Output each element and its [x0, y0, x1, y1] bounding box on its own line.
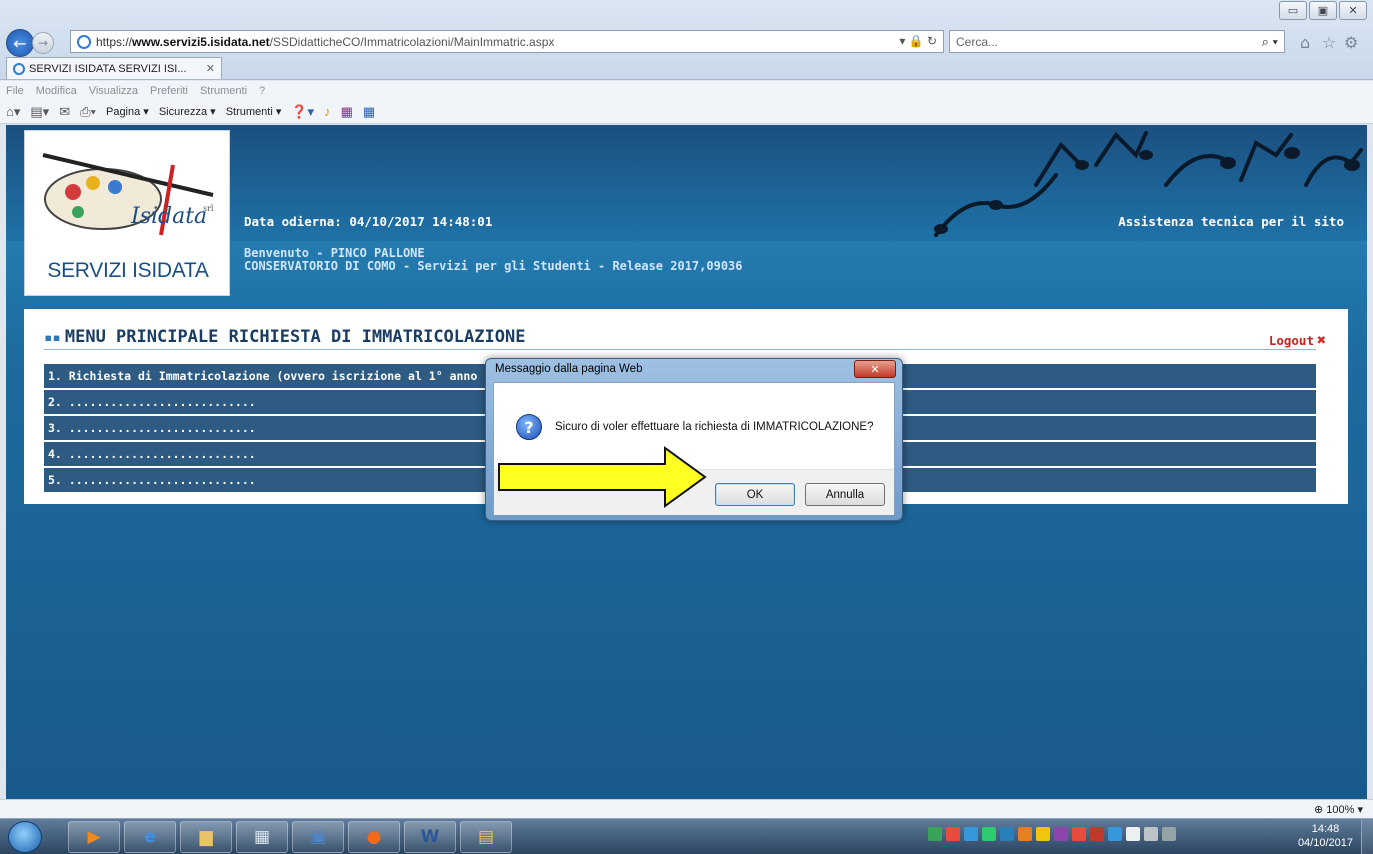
ok-button[interactable]: OK — [715, 483, 795, 506]
isidata-logo: Isidata srl SERVIZI ISIDATA — [24, 130, 230, 296]
help-icon[interactable]: ❓▾ — [291, 104, 314, 120]
maximize-button[interactable]: ▣ — [1309, 1, 1337, 20]
tray-icon-1[interactable] — [928, 827, 942, 841]
tray-icon-9[interactable] — [1072, 827, 1086, 841]
yellow-pointer-arrow-icon — [498, 446, 707, 508]
url-path: /SSDidatticheCO/Immatricolazioni/MainImm… — [269, 34, 555, 49]
network-icon[interactable] — [1144, 827, 1158, 841]
tray-icon-8[interactable] — [1054, 827, 1068, 841]
tray-icon-6[interactable] — [1018, 827, 1032, 841]
clock-date: 04/10/2017 — [1297, 837, 1353, 849]
window-controls: ▭ ▣ ✕ — [1279, 1, 1367, 20]
logout-link[interactable]: Logout ✖ — [1269, 331, 1326, 349]
addon-icon[interactable]: ♪ — [324, 104, 331, 119]
browser-tab[interactable]: SERVIZI ISIDATA SERVIZI ISI... ✕ — [6, 57, 222, 79]
tray-icon-7[interactable] — [1036, 827, 1050, 841]
logout-label: Logout — [1268, 332, 1314, 348]
cmd-sicurezza[interactable]: Sicurezza ▾ — [159, 105, 216, 118]
mail-icon[interactable]: ✉ — [59, 104, 70, 120]
close-tab-icon[interactable]: ✕ — [206, 62, 215, 75]
menu-file[interactable]: File — [6, 85, 24, 97]
search-icon[interactable]: ⌕ ▾ — [1262, 34, 1278, 50]
tray-icon-5[interactable] — [1000, 827, 1014, 841]
remote-desktop-icon[interactable]: ▣ — [292, 821, 344, 853]
windows-taskbar: ▶ e ▆ ▦ ▣ ● W ▤ 14:48 04/10/2017 — [0, 818, 1373, 854]
tab-favicon-icon — [13, 62, 25, 75]
menu-strumenti[interactable]: Strumenti — [200, 85, 247, 97]
calculator-icon[interactable]: ▦ — [236, 821, 288, 853]
minimize-button[interactable]: ▭ — [1279, 1, 1307, 20]
tray-icon-3[interactable] — [964, 827, 978, 841]
back-button[interactable]: ← — [6, 29, 34, 57]
search-input[interactable]: Cerca... ⌕ ▾ — [949, 30, 1285, 53]
start-button[interactable] — [8, 821, 42, 853]
system-tray — [928, 827, 1176, 841]
onenote-icon[interactable]: ▦ — [341, 104, 353, 120]
tray-icon-2[interactable] — [946, 827, 960, 841]
tray-icon-11[interactable] — [1108, 827, 1122, 841]
url-host: www.servizi5.isidata.net — [132, 34, 270, 49]
palette-logo-graphic: Isidata srl — [42, 153, 214, 236]
folder-icon[interactable]: ▤ — [460, 821, 512, 853]
browser-chrome: ▭ ▣ ✕ ← → https:// www.servizi5.isidata.… — [0, 0, 1373, 80]
navigation-buttons: ← → — [6, 29, 54, 57]
settings-gear-icon[interactable]: ⚙ — [1344, 33, 1358, 52]
home-icon[interactable]: ⌂ — [1300, 33, 1310, 52]
menu-modifica[interactable]: Modifica — [36, 85, 77, 97]
word-icon[interactable]: W — [404, 821, 456, 853]
ie-page-icon — [77, 34, 91, 49]
feeds-icon[interactable]: ▤▾ — [30, 104, 49, 120]
cancel-button[interactable]: Annulla — [805, 483, 885, 506]
command-bar: ⌂▾ ▤▾ ✉ ⎙▾ Pagina ▾ Sicurezza ▾ Strument… — [0, 100, 1373, 124]
svg-text:Isidata: Isidata — [130, 204, 207, 229]
zoom-level[interactable]: ⊕ 100% ▾ — [1314, 803, 1363, 816]
address-bar[interactable]: https:// www.servizi5.isidata.net /SSDid… — [70, 30, 944, 53]
title-bullet-icon: ▪▪ — [44, 330, 61, 346]
lock-refresh-icons[interactable]: ▾ 🔒 ↻ — [899, 34, 937, 48]
question-icon: ? — [516, 414, 542, 440]
system-clock[interactable]: 14:48 04/10/2017 — [1298, 822, 1353, 850]
page-title: ▪▪ MENU PRINCIPALE RICHIESTA DI IMMATRICO… — [44, 327, 525, 347]
dialog-title: Messaggio dalla pagina Web — [495, 363, 643, 375]
page-title-text: MENU PRINCIPALE RICHIESTA DI IMMATRICOLA… — [64, 327, 526, 347]
menu-visualizza[interactable]: Visualizza — [89, 85, 138, 97]
cmd-strumenti[interactable]: Strumenti ▾ — [226, 105, 282, 118]
welcome-info: Benvenuto - PINCO PALLONE CONSERVATORIO … — [244, 247, 743, 273]
clock-time: 14:48 — [1311, 823, 1340, 835]
cmd-pagina[interactable]: Pagina ▾ — [106, 105, 149, 118]
tab-title: SERVIZI ISIDATA SERVIZI ISI... — [29, 62, 187, 75]
title-divider — [44, 349, 1316, 350]
show-desktop-button[interactable] — [1361, 819, 1373, 854]
favorites-star-icon[interactable]: ☆ — [1322, 33, 1336, 52]
firefox-icon[interactable]: ● — [348, 821, 400, 853]
svg-text:srl: srl — [203, 204, 214, 213]
status-bar: ⊕ 100% ▾ — [0, 799, 1373, 818]
print-icon[interactable]: ⎙▾ — [80, 104, 96, 120]
zoom-value: 100% — [1326, 804, 1355, 816]
menu-preferiti[interactable]: Preferiti — [150, 85, 188, 97]
technical-support-link[interactable]: Assistenza tecnica per il sito — [1118, 214, 1344, 229]
dialog-message: Sicuro di voler effettuare la richiesta … — [555, 421, 874, 433]
menu-bar: File Modifica Visualizza Preferiti Strum… — [0, 81, 1373, 100]
forward-button[interactable]: → — [32, 32, 54, 54]
home-cmd-icon[interactable]: ⌂▾ — [6, 104, 20, 120]
institute-name: CONSERVATORIO DI COMO - Servizi per gli … — [244, 259, 743, 273]
research-icon[interactable]: ▦ — [363, 104, 375, 120]
tray-icon-10[interactable] — [1090, 827, 1104, 841]
internet-explorer-icon[interactable]: e — [124, 821, 176, 853]
close-window-button[interactable]: ✕ — [1339, 1, 1367, 20]
current-date: Data odierna: 04/10/2017 14:48:01 — [244, 214, 493, 229]
url-scheme: https:// — [96, 34, 133, 49]
flag-icon[interactable] — [1126, 827, 1140, 841]
volume-icon[interactable] — [1162, 827, 1176, 841]
file-explorer-icon[interactable]: ▆ — [180, 821, 232, 853]
logout-x-icon: ✖ — [1316, 331, 1326, 349]
search-placeholder: Cerca... — [956, 34, 999, 49]
menu-help[interactable]: ? — [259, 85, 265, 97]
logo-caption: SERVIZI ISIDATA — [47, 259, 209, 282]
media-player-icon[interactable]: ▶ — [68, 821, 120, 853]
dialog-close-button[interactable]: ✕ — [854, 360, 896, 378]
tray-icon-4[interactable] — [982, 827, 996, 841]
